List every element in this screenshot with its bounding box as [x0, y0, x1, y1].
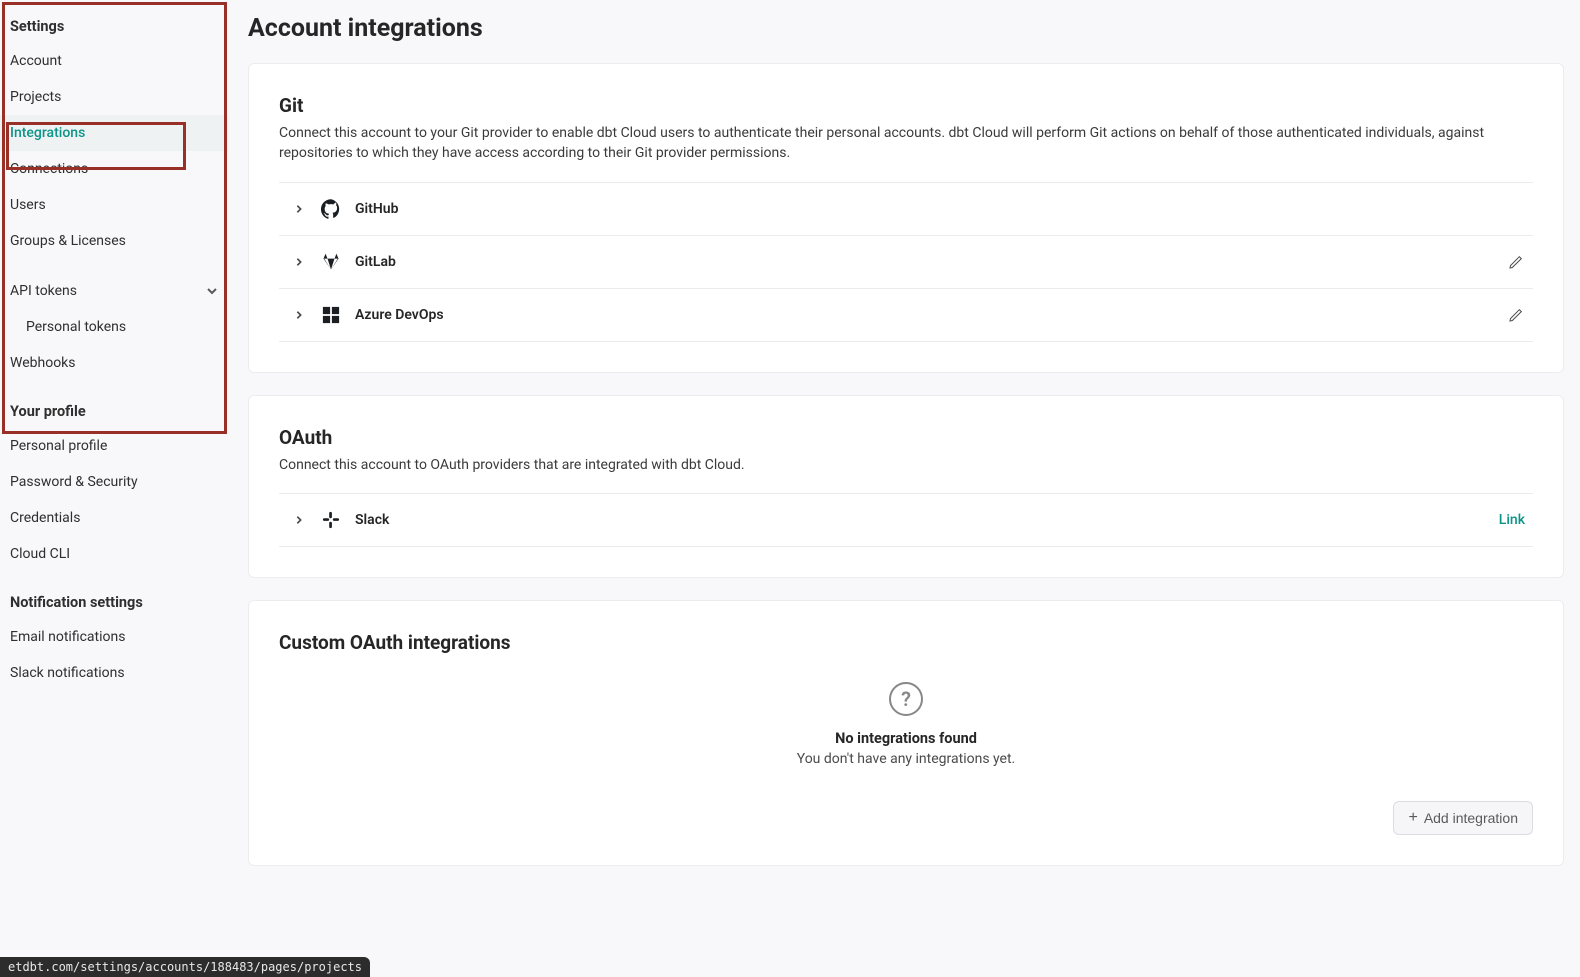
- status-url: etdbt.com/settings/accounts/188483/pages…: [0, 957, 370, 977]
- nav-email-notifications[interactable]: Email notifications: [0, 619, 228, 655]
- azure-devops-icon: [321, 305, 341, 325]
- custom-oauth-card: Custom OAuth integrations ? No integrati…: [248, 600, 1564, 866]
- nav-webhooks[interactable]: Webhooks: [0, 345, 228, 381]
- edit-icon[interactable]: [1507, 306, 1525, 324]
- empty-desc: You don't have any integrations yet.: [279, 751, 1533, 767]
- add-integration-button[interactable]: + Add integration: [1393, 801, 1533, 835]
- empty-title: No integrations found: [279, 730, 1533, 747]
- oauth-card: OAuth Connect this account to OAuth prov…: [248, 395, 1564, 578]
- nav-personal-tokens[interactable]: Personal tokens: [0, 309, 228, 345]
- sidebar-heading-settings: Settings: [0, 10, 228, 43]
- provider-label: Azure DevOps: [355, 307, 1507, 323]
- sidebar: Settings Account Projects Integrations C…: [0, 0, 228, 977]
- nav-users[interactable]: Users: [0, 187, 228, 223]
- oauth-card-desc: Connect this account to OAuth providers …: [279, 455, 1533, 475]
- provider-row-gitlab[interactable]: GitLab: [279, 235, 1533, 288]
- link-action[interactable]: Link: [1499, 512, 1525, 528]
- nav-personal-profile[interactable]: Personal profile: [0, 428, 228, 464]
- nav-api-tokens[interactable]: API tokens: [0, 273, 228, 309]
- add-integration-label: Add integration: [1424, 810, 1518, 826]
- chevron-down-icon: [206, 285, 218, 297]
- sidebar-heading-profile: Your profile: [0, 395, 228, 428]
- edit-icon[interactable]: [1507, 253, 1525, 271]
- nav-groups[interactable]: Groups & Licenses: [0, 223, 228, 259]
- provider-row-slack[interactable]: Slack Link: [279, 493, 1533, 547]
- sidebar-heading-notifications: Notification settings: [0, 586, 228, 619]
- oauth-card-title: OAuth: [279, 426, 1533, 449]
- empty-state: ? No integrations found You don't have a…: [279, 660, 1533, 777]
- git-card-desc: Connect this account to your Git provide…: [279, 123, 1533, 164]
- question-icon: ?: [889, 682, 923, 716]
- slack-icon: [321, 510, 341, 530]
- nav-password-security[interactable]: Password & Security: [0, 464, 228, 500]
- chevron-right-icon: [293, 256, 305, 268]
- plus-icon: +: [1408, 810, 1417, 826]
- nav-integrations[interactable]: Integrations: [0, 115, 228, 151]
- git-card: Git Connect this account to your Git pro…: [248, 63, 1564, 373]
- chevron-right-icon: [293, 309, 305, 321]
- nav-account[interactable]: Account: [0, 43, 228, 79]
- nav-credentials[interactable]: Credentials: [0, 500, 228, 536]
- provider-row-github[interactable]: GitHub: [279, 182, 1533, 235]
- nav-slack-notifications[interactable]: Slack notifications: [0, 655, 228, 691]
- nav-projects[interactable]: Projects: [0, 79, 228, 115]
- page-title: Account integrations: [248, 14, 1564, 43]
- provider-label: GitLab: [355, 254, 1507, 270]
- main-content: Account integrations Git Connect this ac…: [228, 0, 1580, 977]
- gitlab-icon: [321, 252, 341, 272]
- provider-row-azure[interactable]: Azure DevOps: [279, 288, 1533, 342]
- nav-connections[interactable]: Connections: [0, 151, 228, 187]
- git-card-title: Git: [279, 94, 1533, 117]
- provider-label: Slack: [355, 512, 1499, 528]
- nav-cloud-cli[interactable]: Cloud CLI: [0, 536, 228, 572]
- provider-label: GitHub: [355, 201, 1525, 217]
- github-icon: [321, 199, 341, 219]
- chevron-right-icon: [293, 514, 305, 526]
- custom-oauth-title: Custom OAuth integrations: [279, 631, 1533, 654]
- chevron-right-icon: [293, 203, 305, 215]
